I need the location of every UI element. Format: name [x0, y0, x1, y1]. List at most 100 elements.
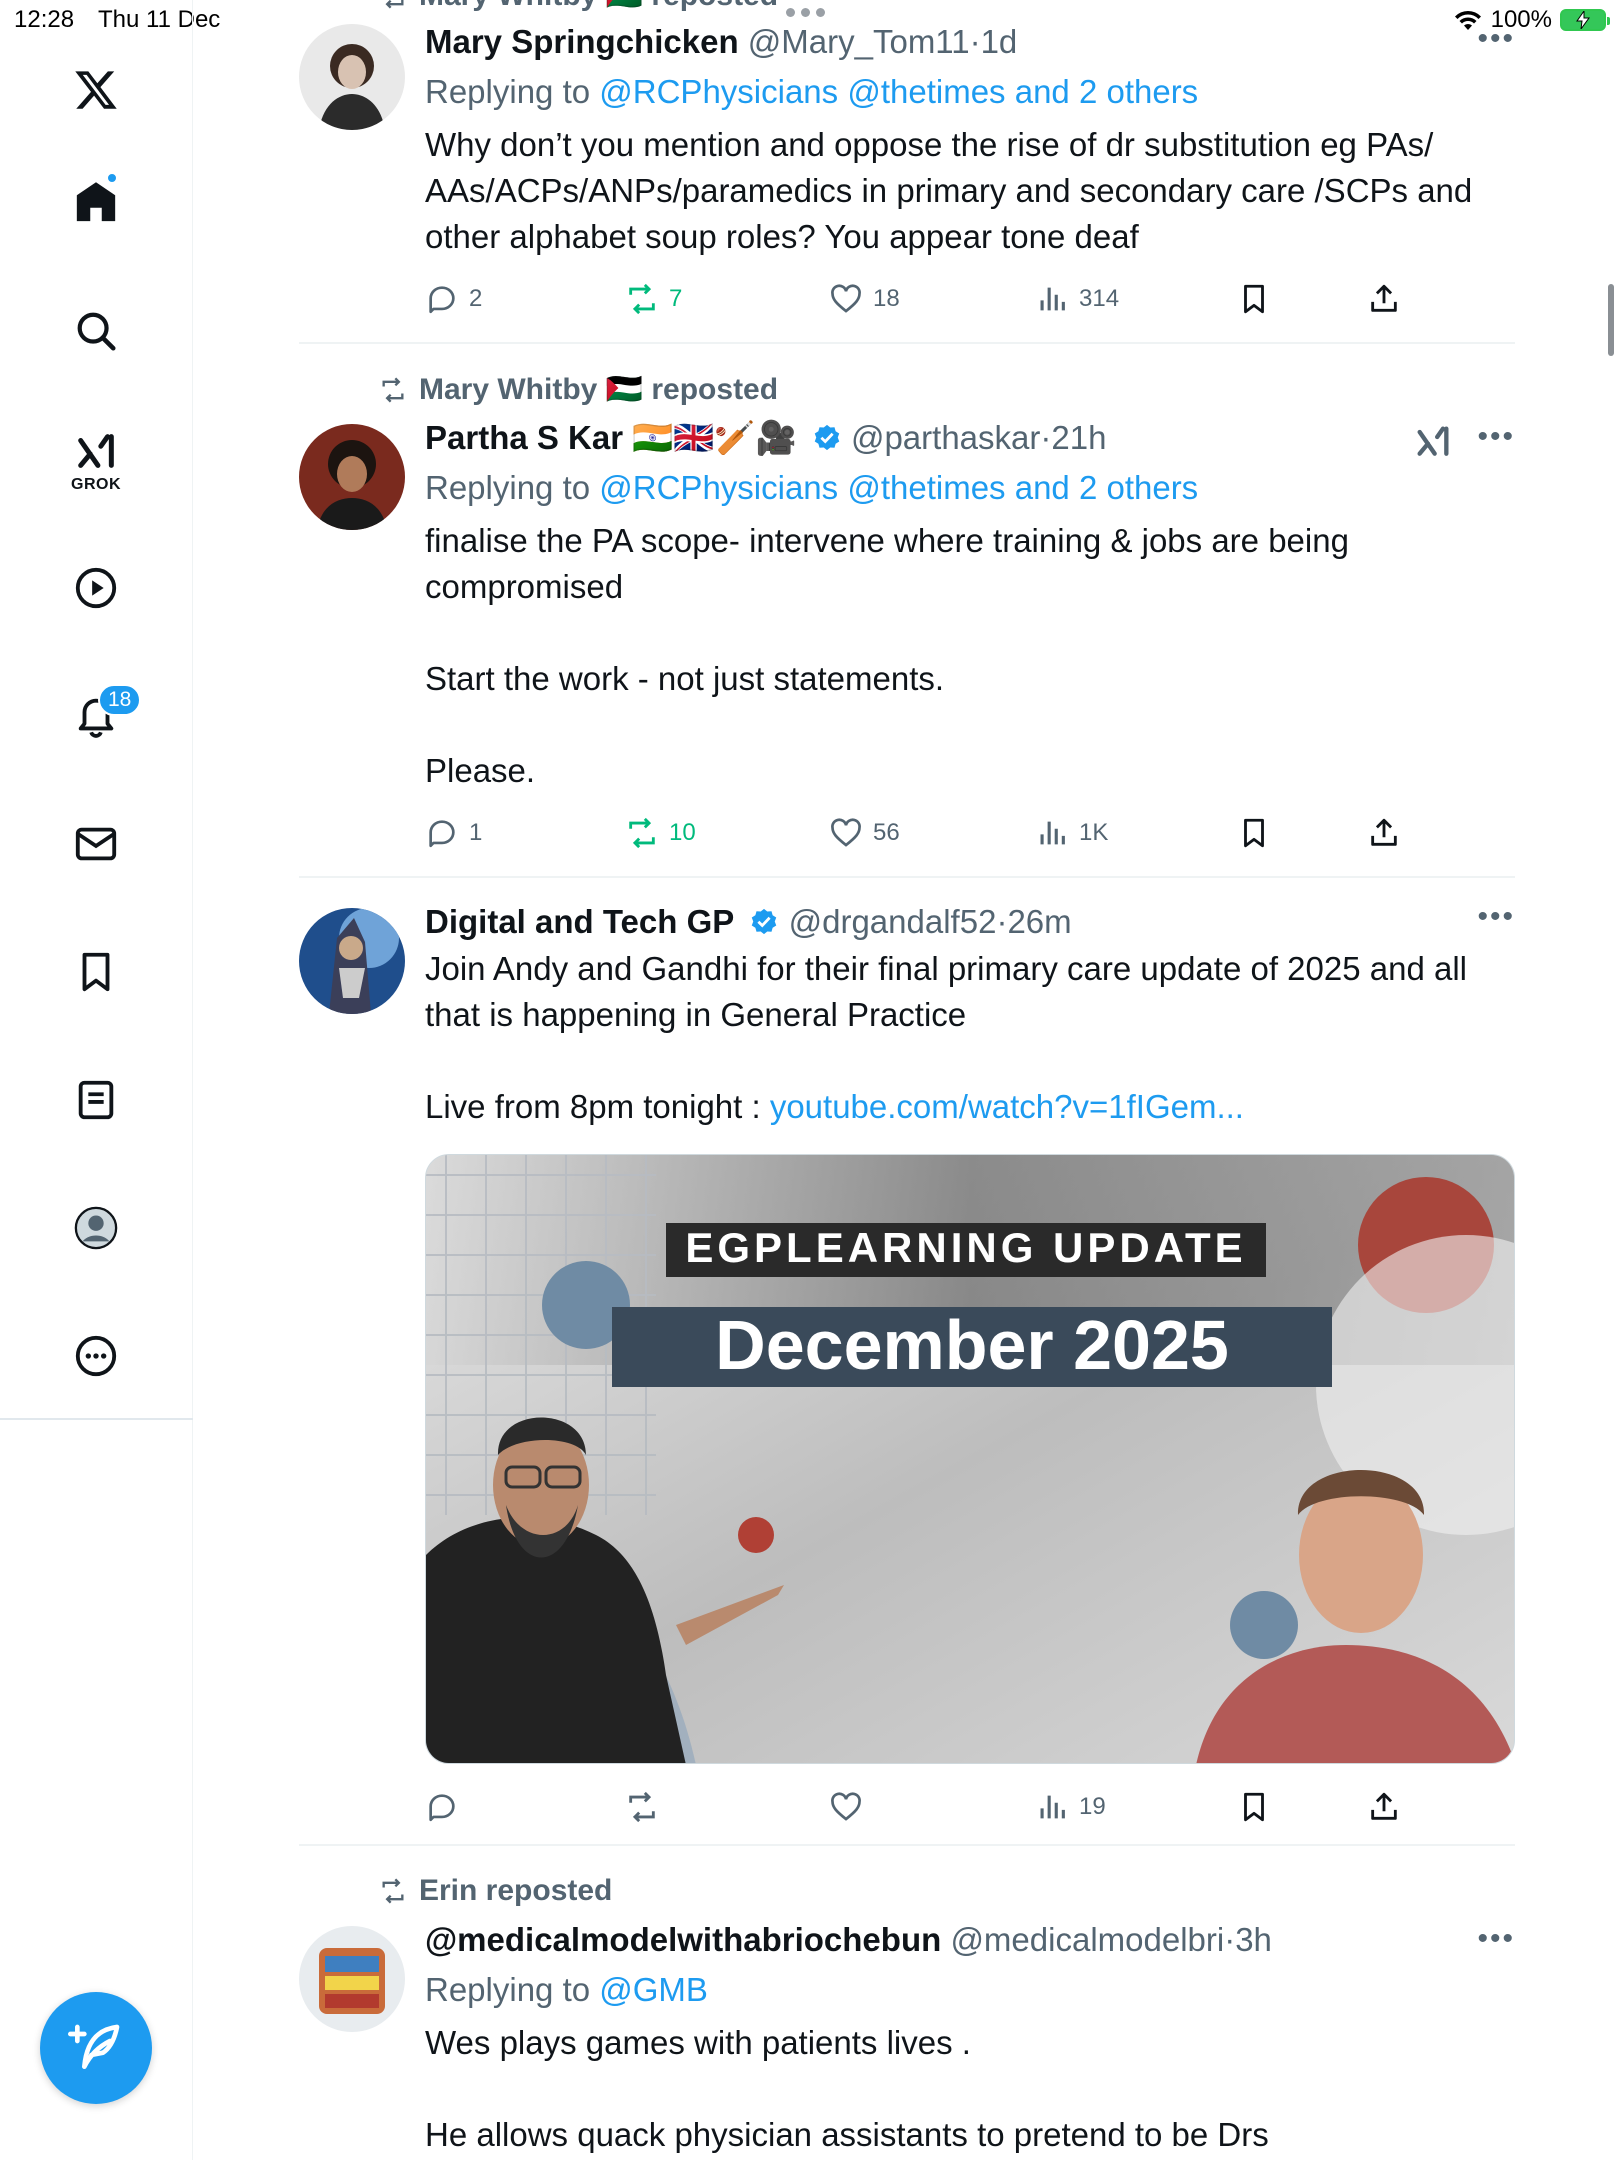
repost-by-label: Erin reposted — [419, 1874, 613, 1907]
grok-label: GROK — [71, 476, 121, 493]
replying-to-link[interactable]: @RCPhysicians @thetimes and 2 others — [599, 73, 1198, 110]
tweet-divider — [299, 876, 1515, 878]
bookmark-icon — [1244, 284, 1264, 314]
thumbnail-artwork: EGPLEARNING UPDATE December 2025 — [426, 1155, 1514, 1763]
video-thumbnail[interactable]: EGPLEARNING UPDATE December 2025 — [425, 1154, 1515, 1764]
share-button[interactable] — [1367, 816, 1401, 850]
tweet-time[interactable]: 21h — [1051, 419, 1106, 456]
more-options-icon[interactable]: ••• — [1477, 22, 1515, 56]
reply-count: 2 — [469, 285, 483, 312]
compose-post-button[interactable] — [40, 1992, 152, 2104]
author-handle[interactable]: @drgandalf52 — [789, 903, 997, 940]
heart-icon — [831, 284, 861, 313]
repost-button[interactable] — [625, 1790, 669, 1824]
author-name[interactable]: @medicalmodelwithabriochebun — [425, 1921, 941, 1958]
tweet-body: @medicalmodelwithabriochebun @medicalmod… — [425, 1918, 1515, 2158]
messages-envelope-icon[interactable] — [68, 816, 124, 872]
views-button[interactable]: 314 — [1035, 282, 1119, 316]
view-count: 19 — [1079, 1793, 1106, 1820]
bookmark-button[interactable] — [1237, 1790, 1271, 1824]
repost-button[interactable]: 7 — [625, 282, 682, 316]
repost-indicator: Erin reposted — [379, 1874, 612, 1908]
reply-button[interactable]: 2 — [425, 282, 482, 316]
like-button[interactable] — [829, 1790, 873, 1824]
reply-button[interactable] — [425, 1790, 469, 1824]
separator-dot: · — [1224, 1921, 1236, 1958]
reply-button[interactable]: 1 — [425, 816, 482, 850]
search-icon[interactable] — [68, 303, 124, 359]
sidebar: GROK 18 — [0, 0, 193, 2160]
tweet-body: Digital and Tech GP @drgandalf52·26m Joi… — [425, 900, 1515, 1130]
tweet-body: Partha S Kar 🇮🇳🇬🇧🏏🎥 @parthaskar·21h Repl… — [425, 416, 1515, 794]
separator-dot: · — [996, 903, 1008, 940]
author-name[interactable]: Digital and Tech GP — [425, 903, 734, 940]
repost-icon — [629, 283, 655, 315]
repost-icon — [382, 1878, 404, 1904]
multitasking-dots[interactable] — [786, 8, 825, 17]
replying-to: Replying to @GMB — [425, 1968, 1515, 2012]
tweet-actions: 19 — [425, 1790, 1515, 1830]
lists-icon[interactable] — [68, 1072, 124, 1128]
tweet-header: Digital and Tech GP @drgandalf52·26m — [425, 900, 1515, 944]
sidebar-divider — [0, 1418, 193, 1420]
heart-icon — [831, 1792, 861, 1821]
heart-icon — [831, 818, 861, 847]
separator-dot: · — [1040, 419, 1052, 456]
scrollbar-thumb[interactable] — [1608, 284, 1614, 356]
more-options-icon[interactable]: ••• — [1477, 420, 1515, 454]
grok-explain-icon[interactable] — [1413, 422, 1453, 462]
like-button[interactable]: 18 — [829, 282, 900, 316]
tweet-link[interactable]: youtube.com/watch?v=1fIGem... — [770, 1088, 1244, 1125]
author-handle[interactable]: @Mary_Tom11 — [748, 23, 970, 60]
views-button[interactable]: 19 — [1035, 1790, 1106, 1824]
author-name[interactable]: Mary Springchicken — [425, 23, 739, 60]
author-handle[interactable]: @medicalmodelbri — [950, 1921, 1224, 1958]
avatar[interactable] — [299, 424, 405, 530]
replying-to-link[interactable]: @GMB — [599, 1971, 708, 2008]
bookmark-icon — [1244, 818, 1264, 848]
repost-icon — [629, 1791, 655, 1823]
like-count: 56 — [873, 819, 900, 846]
x-logo-icon[interactable] — [68, 62, 124, 118]
notifications-badge: 18 — [98, 684, 142, 716]
avatar[interactable] — [299, 908, 405, 1014]
more-options-icon[interactable]: ••• — [1477, 1922, 1515, 1956]
bookmarks-icon[interactable] — [68, 944, 124, 1000]
tweet-body: Mary Springchicken @Mary_Tom11·1d Replyi… — [425, 20, 1515, 260]
like-button[interactable]: 56 — [829, 816, 900, 850]
views-chart-icon — [1040, 1795, 1065, 1819]
profile-avatar-icon[interactable] — [68, 1200, 124, 1256]
repost-icon — [382, 377, 404, 402]
replying-prefix: Replying to — [425, 73, 600, 110]
grok-icon[interactable] — [68, 424, 124, 480]
share-icon — [1371, 818, 1397, 846]
battery-icon — [1560, 9, 1610, 31]
tweet-time[interactable]: 26m — [1007, 903, 1071, 940]
avatar[interactable] — [299, 1926, 405, 2032]
separator-dot: · — [969, 23, 981, 60]
author-name[interactable]: Partha S Kar 🇮🇳🇬🇧🏏🎥 — [425, 419, 797, 456]
replying-to-link[interactable]: @RCPhysicians @thetimes and 2 others — [599, 469, 1198, 506]
repost-icon — [385, 0, 404, 8]
views-chart-icon — [1040, 821, 1065, 845]
tweet-actions: 2 7 18 314 — [425, 282, 1515, 322]
more-options-icon[interactable]: ••• — [1477, 900, 1515, 934]
tweet-header: Partha S Kar 🇮🇳🇬🇧🏏🎥 @parthaskar·21h — [425, 416, 1515, 460]
views-button[interactable]: 1K — [1035, 816, 1108, 850]
compose-feather-icon — [68, 2024, 120, 2069]
share-button[interactable] — [1367, 1790, 1401, 1824]
tweet-time[interactable]: 1d — [981, 23, 1018, 60]
tweet-time[interactable]: 3h — [1235, 1921, 1272, 1958]
share-button[interactable] — [1367, 282, 1401, 316]
replying-prefix: Replying to — [425, 1971, 600, 2008]
avatar[interactable] — [299, 24, 405, 130]
author-handle[interactable]: @parthaskar — [851, 419, 1040, 456]
more-options-icon[interactable] — [68, 1328, 124, 1384]
tweet-text: finalise the PA scope- intervene where t… — [425, 522, 1349, 789]
bookmark-button[interactable] — [1237, 282, 1271, 316]
repost-button[interactable]: 10 — [625, 816, 696, 850]
replying-prefix: Replying to — [425, 469, 600, 506]
replying-to: Replying to @RCPhysicians @thetimes and … — [425, 70, 1515, 114]
bookmark-button[interactable] — [1237, 816, 1271, 850]
video-play-icon[interactable] — [68, 560, 124, 616]
